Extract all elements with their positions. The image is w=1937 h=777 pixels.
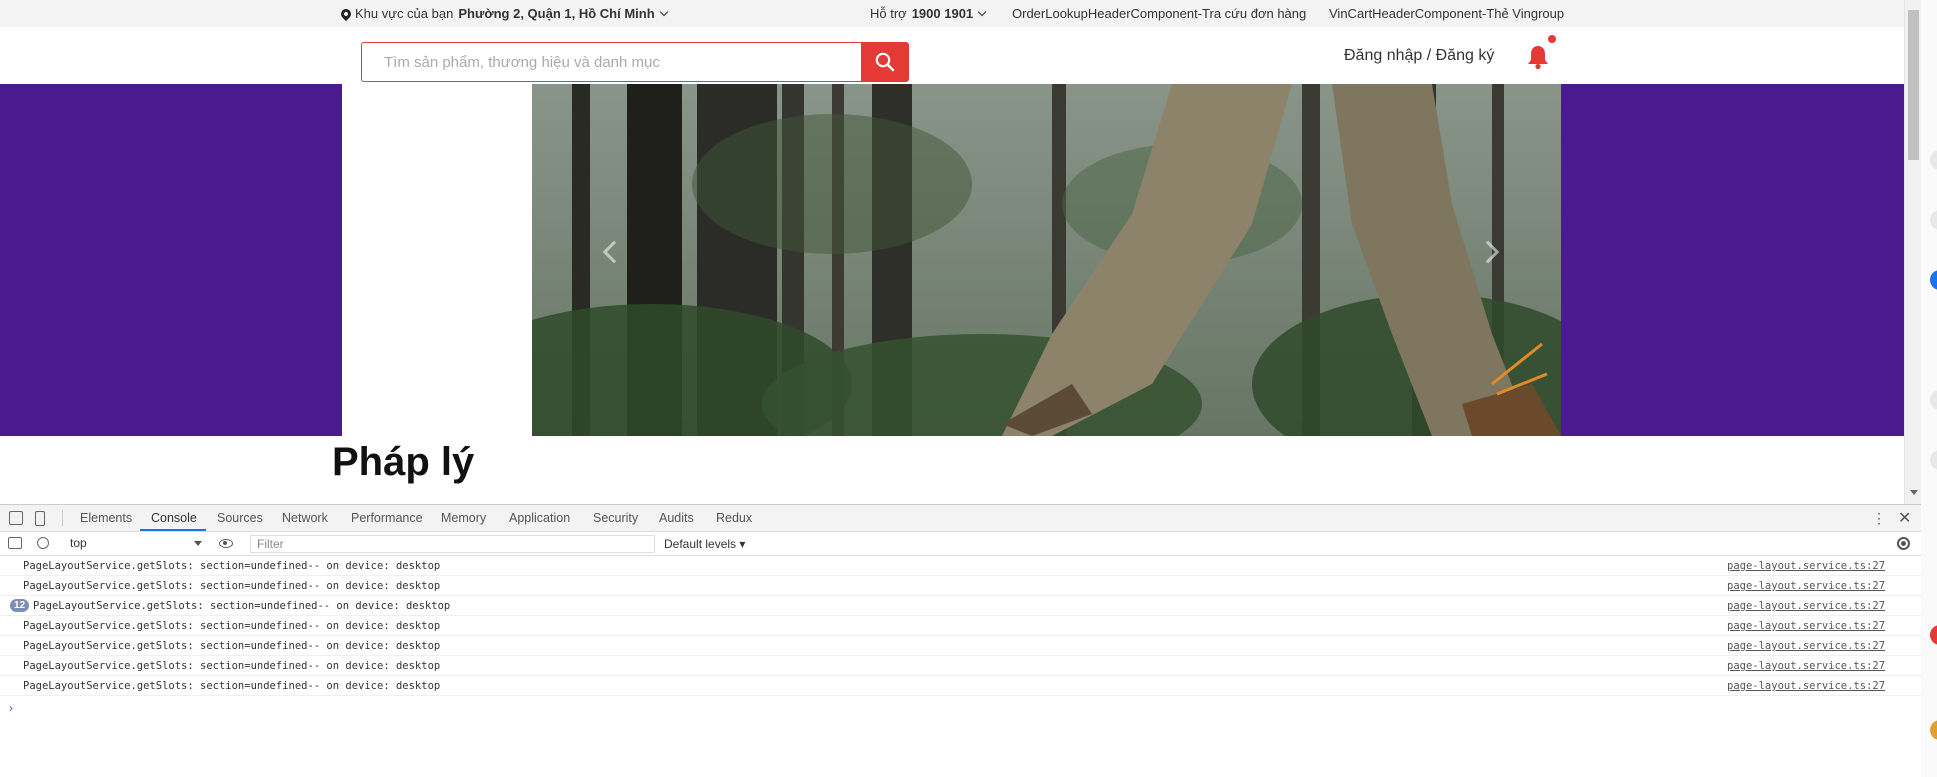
device-toolbar-icon[interactable] [35, 511, 45, 526]
dropdown-arrow-icon [194, 541, 202, 546]
search-bar [361, 42, 909, 82]
tab-security[interactable]: Security [593, 511, 638, 525]
order-lookup-link[interactable]: OrderLookupHeaderComponent-Tra cứu đơn h… [1012, 6, 1306, 21]
tab-sources[interactable]: Sources [217, 511, 263, 525]
sidebar-toggle-icon[interactable] [8, 537, 22, 549]
banner-left-panel [342, 84, 532, 436]
devtools-tabbar: Elements Console Sources Network Perform… [0, 505, 1921, 532]
tab-elements[interactable]: Elements [80, 511, 132, 525]
log-source-link[interactable]: page-layout.service.ts:27 [1727, 580, 1885, 592]
log-message: PageLayoutService.getSlots: section=unde… [23, 660, 441, 672]
sidebar-circle [1930, 625, 1937, 645]
region-value: Phường 2, Quận 1, Hồ Chí Minh [458, 6, 655, 21]
close-icon[interactable]: ✕ [1898, 508, 1911, 528]
clear-console-icon[interactable] [37, 537, 49, 549]
notification-dot [1548, 35, 1556, 43]
support-number: 1900 1901 [911, 6, 974, 21]
chevron-down-icon [659, 7, 668, 16]
support-hotline[interactable]: Hỗ trợ 1900 1901 [870, 6, 987, 21]
tab-application[interactable]: Application [509, 511, 570, 525]
console-log-row: PageLayoutService.getSlots: section=unde… [0, 656, 1921, 676]
console-log-row: 12 PageLayoutService.getSlots: section=u… [0, 596, 1921, 616]
region-label: Khu vực của bạn [355, 6, 454, 21]
repeat-count-badge: 12 [10, 599, 29, 612]
tab-audits[interactable]: Audits [659, 511, 694, 525]
tab-redux[interactable]: Redux [716, 511, 752, 525]
log-source-link[interactable]: page-layout.service.ts:27 [1727, 620, 1885, 632]
chevron-down-icon [977, 7, 987, 16]
log-message: PageLayoutService.getSlots: section=unde… [23, 560, 441, 572]
support-label: Hỗ trợ [870, 6, 907, 21]
console-log-row: PageLayoutService.getSlots: section=unde… [0, 576, 1921, 596]
log-source-link[interactable]: page-layout.service.ts:27 [1727, 640, 1885, 652]
separator [62, 510, 63, 526]
console-toolbar: top Default levels ▾ [0, 532, 1921, 556]
tab-console[interactable]: Console [151, 511, 197, 525]
log-source-link[interactable]: page-layout.service.ts:27 [1727, 660, 1885, 672]
sidebar-circle [1930, 210, 1937, 230]
scroll-down-arrow-icon[interactable] [1910, 490, 1918, 495]
tab-performance[interactable]: Performance [351, 511, 423, 525]
gear-icon[interactable] [1897, 537, 1910, 550]
location-pin-icon [338, 6, 354, 21]
scroll-thumb[interactable] [1908, 10, 1919, 160]
sidebar-circle [1930, 270, 1937, 290]
inspect-element-icon[interactable] [9, 511, 23, 525]
console-log-row: PageLayoutService.getSlots: section=unde… [0, 556, 1921, 576]
devtools-panel: Elements Console Sources Network Perform… [0, 504, 1921, 777]
active-tab-indicator [140, 529, 206, 531]
page-title: Pháp lý [332, 440, 475, 484]
sidebar-circle [1930, 390, 1937, 410]
region-selector[interactable]: Khu vực của bạn Phường 2, Quận 1, Hồ Chí… [338, 6, 668, 21]
eye-icon[interactable] [219, 539, 233, 548]
log-levels-label: Default levels [664, 537, 737, 551]
sidebar-circle [1930, 450, 1937, 470]
page-scrollbar[interactable] [1904, 0, 1921, 504]
log-message: PageLayoutService.getSlots: section=unde… [23, 620, 441, 632]
more-options-icon[interactable]: ⋮ [1872, 510, 1886, 527]
right-sidebar-strip [1921, 0, 1937, 777]
hero-image [532, 84, 1561, 436]
log-message: PageLayoutService.getSlots: section=unde… [23, 680, 441, 692]
console-log-row: PageLayoutService.getSlots: section=unde… [0, 636, 1921, 656]
console-log-row: PageLayoutService.getSlots: section=unde… [0, 676, 1921, 696]
tab-memory[interactable]: Memory [441, 511, 486, 525]
vincart-link[interactable]: VinCartHeaderComponent-Thẻ Vingroup [1329, 6, 1564, 21]
console-log-row: PageLayoutService.getSlots: section=unde… [0, 616, 1921, 636]
search-icon [875, 52, 894, 72]
console-output: PageLayoutService.getSlots: section=unde… [0, 556, 1921, 777]
search-input[interactable] [362, 43, 861, 81]
sidebar-circle [1930, 720, 1937, 740]
login-register-link[interactable]: Đăng nhập / Đăng ký [1344, 47, 1494, 65]
site-header: Đăng nhập / Đăng ký [0, 27, 1904, 84]
log-message: PageLayoutService.getSlots: section=unde… [23, 640, 441, 652]
web-page: Khu vực của bạn Phường 2, Quận 1, Hồ Chí… [0, 0, 1904, 504]
log-source-link[interactable]: page-layout.service.ts:27 [1727, 560, 1885, 572]
context-value: top [70, 536, 87, 550]
search-button[interactable] [861, 43, 908, 81]
log-levels-dropdown[interactable]: Default levels ▾ [664, 537, 745, 551]
hero-banner [0, 84, 1904, 436]
log-message: PageLayoutService.getSlots: section=unde… [33, 600, 451, 612]
filter-input[interactable] [250, 535, 655, 553]
console-prompt[interactable]: › [9, 701, 13, 715]
tab-network[interactable]: Network [282, 511, 328, 525]
hero-carousel[interactable] [532, 84, 1561, 436]
log-message: PageLayoutService.getSlots: section=unde… [23, 580, 441, 592]
top-bar: Khu vực của bạn Phường 2, Quận 1, Hồ Chí… [0, 0, 1904, 27]
bell-icon[interactable] [1526, 44, 1550, 70]
log-source-link[interactable]: page-layout.service.ts:27 [1727, 600, 1885, 612]
log-source-link[interactable]: page-layout.service.ts:27 [1727, 680, 1885, 692]
context-selector[interactable]: top [70, 536, 202, 552]
sidebar-circle [1930, 150, 1937, 170]
